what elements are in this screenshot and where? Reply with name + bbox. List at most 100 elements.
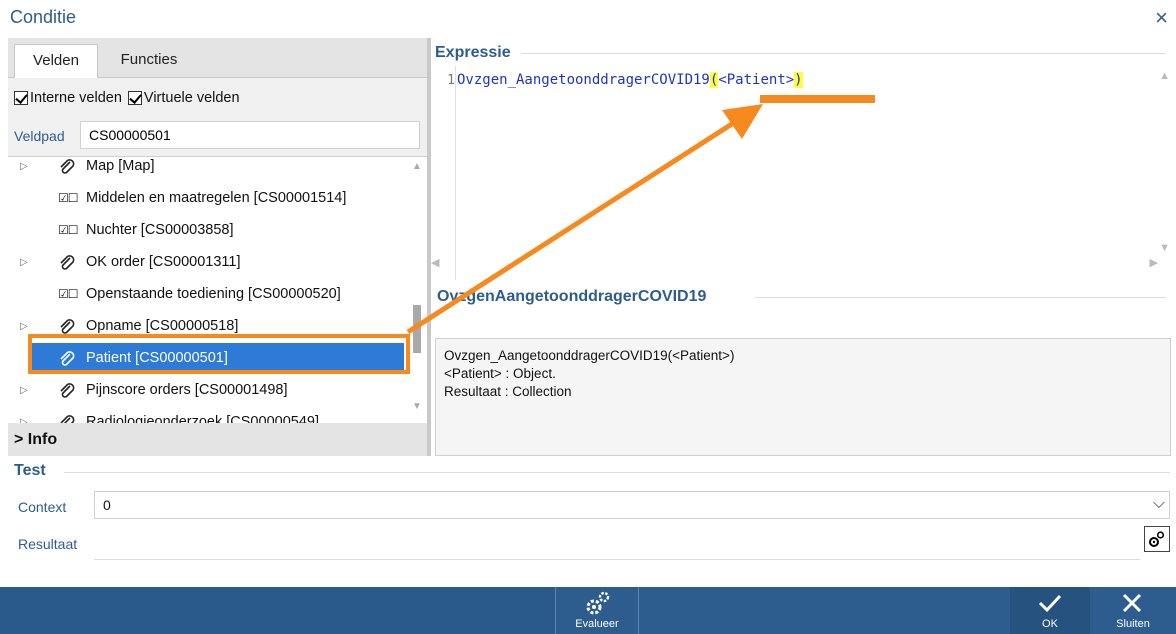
tree-item-label: Middelen en maatregelen [CS00001514] (86, 190, 347, 206)
divider (64, 472, 1170, 473)
context-value: 0 (103, 497, 111, 513)
gears-icon (1149, 531, 1165, 547)
description-line: Resultaat : Collection (444, 384, 572, 399)
checkbox-field-icon: ☑☐ (58, 287, 78, 301)
tree-item-label: Opname [CS00000518] (86, 318, 239, 334)
scroll-down-icon[interactable]: ▼ (412, 401, 422, 412)
function-description: Ovzgen_AangetoonddragerCOVID19(<Patient>… (435, 338, 1171, 456)
checkbox-field-icon: ☑☐ (58, 223, 78, 237)
virtuele-velden-checkbox[interactable]: Virtuele velden (127, 90, 240, 106)
divider (755, 297, 1166, 298)
gears-icon (586, 591, 610, 615)
divider (521, 53, 1166, 54)
tree-item[interactable]: ▷ Map [Map] (8, 157, 408, 182)
code-argument: <Patient> (718, 72, 795, 88)
tree-item[interactable]: ▷ Radiologieonderzoek [CS00000549] (8, 407, 408, 423)
expression-panel: Expressie 1 Ovzgen_AangetoonddragerCOVID… (431, 38, 1176, 456)
footer-bar: Evalueer OK Sluiten (0, 587, 1176, 634)
field-tree: ▷ Map [Map] ☑☐ Middelen en maatregelen [CS0… (8, 156, 427, 423)
tree-item[interactable]: ☑☐ Openstaande toediening [CS00000520] (8, 279, 408, 310)
veldpad-label: Veldpad (14, 128, 65, 144)
evaluate-label: Evalueer (575, 618, 619, 630)
checkmark-icon (1038, 594, 1062, 613)
paperclip-icon (58, 343, 78, 374)
context-label: Context (18, 499, 67, 515)
tree-item[interactable]: ☑☐ Middelen en maatregelen [CS00001514] (8, 183, 408, 214)
expand-icon[interactable]: ▷ (20, 157, 28, 182)
scroll-left-icon[interactable]: ◀ (431, 256, 439, 269)
result-label: Resultaat (18, 536, 78, 552)
annotation-underline (760, 95, 875, 103)
interne-velden-checkbox[interactable]: Interne velden (14, 90, 122, 106)
paperclip-icon (58, 157, 78, 182)
veldpad-input[interactable] (80, 121, 420, 149)
evaluate-gear-button[interactable] (1144, 526, 1170, 552)
tree-item-label: Patient [CS00000501] (86, 350, 228, 366)
title-bar: Conditie × (0, 0, 1176, 36)
description-line: Ovzgen_AangetoonddragerCOVID19(<Patient>… (444, 348, 735, 363)
tab-bar: Velden Functies (8, 38, 427, 78)
field-filter-checkboxes: Interne velden Virtuele velden (14, 90, 240, 106)
paperclip-icon (58, 375, 78, 406)
window-title: Conditie (10, 7, 77, 27)
scroll-up-icon[interactable]: ▲ (412, 161, 422, 172)
info-expander[interactable]: > Info (8, 423, 427, 456)
tree-item-label: Pijnscore orders [CS00001498] (86, 382, 288, 398)
checkbox-field-icon: ☑☐ (58, 191, 78, 205)
footer-left-panel (0, 587, 555, 634)
expression-code[interactable]: Ovzgen_AangetoonddragerCOVID19(<Patient>… (457, 72, 803, 88)
expand-icon[interactable]: ▷ (20, 247, 28, 278)
expand-icon[interactable]: ▷ (20, 343, 28, 374)
info-label: Info (27, 431, 58, 448)
paperclip-icon (58, 311, 78, 342)
result-field (94, 559, 1140, 560)
code-close-paren: ) (794, 72, 803, 88)
tree-item-label: Nuchter [CS00003858] (86, 222, 234, 238)
expand-icon[interactable]: ▷ (20, 407, 28, 423)
scroll-down-icon[interactable]: ▼ (1159, 242, 1170, 254)
tree-item-label: Map [Map] (86, 158, 155, 174)
code-function: Ovzgen_AangetoonddragerCOVID19 (457, 72, 710, 88)
tree-item[interactable]: ▷ Opname [CS00000518] (8, 311, 408, 342)
ok-button[interactable]: OK (1010, 587, 1090, 634)
test-title: Test (14, 462, 46, 479)
line-number: 1 (447, 73, 455, 88)
tab-functies[interactable]: Functies (102, 44, 196, 78)
scrollbar-thumb[interactable] (413, 305, 421, 353)
tree-item-label: OK order [CS00001311] (86, 254, 241, 270)
tab-velden[interactable]: Velden (14, 44, 98, 78)
close-icon (1122, 593, 1142, 613)
context-select[interactable]: 0 ⌵ (94, 491, 1170, 519)
description-line: <Patient> : Object. (444, 366, 556, 381)
chevron-down-icon[interactable]: ⌵ (1153, 491, 1165, 517)
ok-label: OK (1042, 618, 1058, 630)
virtuele-velden-label: Virtuele velden (143, 90, 240, 106)
paperclip-icon (58, 247, 78, 278)
function-title: OvzgenAangetoonddragerCOVID19 (437, 288, 707, 305)
test-section: Test Context 0 ⌵ Resultaat (0, 456, 1176, 586)
expand-icon[interactable]: ▷ (20, 311, 28, 342)
tree-item-label: Openstaande toediening [CS00000520] (86, 286, 341, 302)
expression-title: Expressie (435, 44, 511, 61)
tree-item-label: Radiologieonderzoek [CS00000549] (86, 414, 319, 423)
tree-scrollbar[interactable]: ▲ ▼ (408, 157, 427, 423)
tree-item[interactable]: ▷ OK order [CS00001311] (8, 247, 408, 278)
checkmark-icon[interactable] (127, 91, 142, 105)
close-button[interactable]: Sluiten (1090, 587, 1176, 634)
fields-panel: Velden Functies Interne velden Virtuele … (8, 38, 427, 456)
evaluate-button[interactable]: Evalueer (555, 587, 639, 634)
tree-item[interactable]: ▷ Patient [CS00000501] (20, 343, 404, 374)
gutter-divider (455, 66, 456, 280)
scroll-up-icon[interactable]: ▲ (1159, 70, 1170, 82)
scroll-right-icon[interactable]: ▶ (1150, 256, 1158, 269)
expand-icon[interactable]: ▷ (20, 375, 28, 406)
close-label: Sluiten (1116, 618, 1150, 630)
tree-item[interactable]: ☑☐ Nuchter [CS00003858] (8, 215, 408, 246)
tree-item[interactable]: ▷ Pijnscore orders [CS00001498] (8, 375, 408, 406)
interne-velden-label: Interne velden (30, 90, 122, 106)
chevron-right-icon: > (14, 431, 24, 448)
paperclip-icon (58, 407, 78, 423)
checkmark-icon[interactable] (14, 91, 28, 105)
close-icon[interactable]: × (1155, 5, 1168, 31)
expression-editor[interactable]: 1 Ovzgen_AangetoonddragerCOVID19(<Patien… (431, 66, 1176, 280)
